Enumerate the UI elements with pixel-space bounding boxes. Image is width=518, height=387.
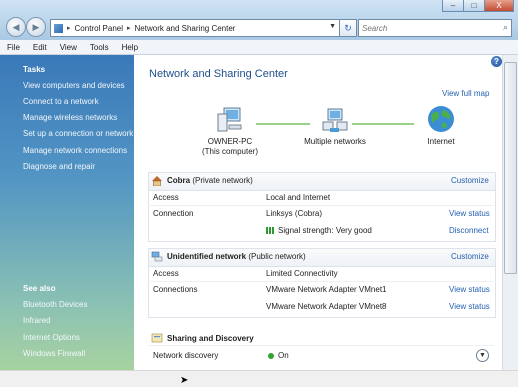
page-title: Network and Sharing Center [149,68,288,80]
connection-vmnet1: VMware Network Adapter VMnet1 [266,285,387,294]
task-manage-wireless[interactable]: Manage wireless networks [23,113,117,122]
home-network-icon [152,176,162,186]
connection-vmnet8: VMware Network Adapter VMnet8 [266,302,387,311]
unidentified-access-value: Limited Connectivity [266,269,338,278]
status-bar: ➤ [0,370,518,387]
task-diagnose-repair[interactable]: Diagnose and repair [23,162,95,171]
search-box[interactable]: ⌕ [358,19,512,37]
menu-tools[interactable]: Tools [83,43,115,52]
task-manage-connections[interactable]: Manage network connections [23,146,127,155]
map-node-internet[interactable]: Internet [416,104,466,147]
menu-bar: File Edit View Tools Help [0,40,518,55]
menu-file[interactable]: File [0,43,26,52]
address-dropdown-icon[interactable]: ▼ [329,23,336,30]
row-divider [148,281,494,282]
link-windows-firewall[interactable]: Windows Firewall [23,349,85,358]
network-discovery-value: On [278,351,289,360]
cobra-network-name: Cobra [167,176,191,185]
window: – □ X ◀ ▶ ▸ Control Panel ▸ Network and … [0,0,518,387]
status-on-icon [268,352,274,359]
close-button[interactable]: X [484,0,514,12]
title-bar: – □ X ◀ ▶ ▸ Control Panel ▸ Network and … [0,0,518,40]
refresh-button[interactable]: ↻ [339,19,357,37]
cobra-view-status-link[interactable]: View status [449,209,490,218]
back-button[interactable]: ◀ [6,17,26,37]
mouse-cursor-icon: ➤ [180,375,189,386]
unidentified-network-type: (Public network) [248,252,306,261]
forward-arrow-icon: ▶ [32,21,40,32]
network-discovery-label: Network discovery [153,351,219,360]
cobra-network-type: (Private network) [192,176,253,185]
search-icon[interactable]: ⌕ [503,22,508,33]
sharing-icon [151,333,163,343]
vmnet1-view-status-link[interactable]: View status [449,285,490,294]
breadcrumb-separator-icon: ▸ [127,25,131,32]
row-divider [148,345,494,346]
unidentified-network-name: Unidentified network [167,252,247,261]
vmnet8-view-status-link[interactable]: View status [449,302,490,311]
back-arrow-icon: ◀ [12,21,20,32]
expand-chevron-icon[interactable]: ▼ [476,349,489,362]
computer-name: OWNER-PC [207,137,253,146]
window-controls: – □ X [442,0,514,12]
signal-bars-icon [266,227,275,235]
control-panel-icon [54,23,63,33]
task-connect-network[interactable]: Connect to a network [23,97,99,106]
public-network-icon [151,251,163,262]
cobra-title: Cobra (Private network) [167,176,253,185]
task-pane: Tasks View computers and devices Connect… [0,55,134,370]
network-discovery-status: On [268,351,289,360]
breadcrumb-separator-icon: ▸ [67,25,71,32]
computer-caption: (This computer) [201,147,258,156]
cobra-access-value: Local and Internet [266,193,331,202]
map-node-networks[interactable]: Multiple networks [300,106,370,147]
forward-button[interactable]: ▶ [26,17,46,37]
map-node-computer[interactable]: OWNER-PC (This computer) [200,106,260,157]
unidentified-access-label: Access [153,269,179,278]
menu-help[interactable]: Help [115,43,144,52]
refresh-icon: ↻ [344,22,352,33]
see-also-heading: See also [23,284,56,293]
unidentified-title: Unidentified network (Public network) [167,252,306,261]
breadcrumb-control-panel[interactable]: Control Panel [75,24,123,33]
maximize-button[interactable]: □ [463,0,485,12]
cobra-connection-value: Linksys (Cobra) [266,209,323,218]
menu-edit[interactable]: Edit [26,43,53,52]
link-bluetooth-devices[interactable]: Bluetooth Devices [23,300,87,309]
row-divider [148,205,494,206]
networks-label: Multiple networks [304,137,366,146]
task-view-computers[interactable]: View computers and devices [23,81,125,90]
cobra-signal-strength: Signal strength: Very good [266,226,372,235]
cobra-customize-link[interactable]: Customize [451,176,489,185]
cobra-connection-label: Connection [153,209,194,218]
scrollbar-thumb[interactable] [504,62,517,274]
signal-strength-text: Signal strength: Very good [278,226,372,235]
menu-view[interactable]: View [53,43,83,52]
help-icon[interactable]: ? [491,56,502,67]
address-bar[interactable]: ▸ Control Panel ▸ Network and Sharing Ce… [50,19,340,37]
search-input[interactable] [362,22,487,34]
computer-icon [217,107,242,132]
internet-label: Internet [427,137,455,146]
view-full-map-link[interactable]: View full map [442,89,489,98]
globe-icon [428,106,454,132]
breadcrumb-network-center[interactable]: Network and Sharing Center [135,24,236,33]
minimize-button[interactable]: – [442,0,464,12]
link-infrared[interactable]: Infrared [23,316,51,325]
sharing-title: Sharing and Discovery [167,334,254,343]
task-setup-connection[interactable]: Set up a connection or network [23,129,133,138]
tasks-heading: Tasks [23,65,46,74]
link-internet-options[interactable]: Internet Options [23,333,80,342]
cobra-access-label: Access [153,193,179,202]
unidentified-connections-label: Connections [153,285,198,294]
network-icon [322,108,348,132]
cobra-disconnect-link[interactable]: Disconnect [449,226,489,235]
unidentified-customize-link[interactable]: Customize [451,252,489,261]
